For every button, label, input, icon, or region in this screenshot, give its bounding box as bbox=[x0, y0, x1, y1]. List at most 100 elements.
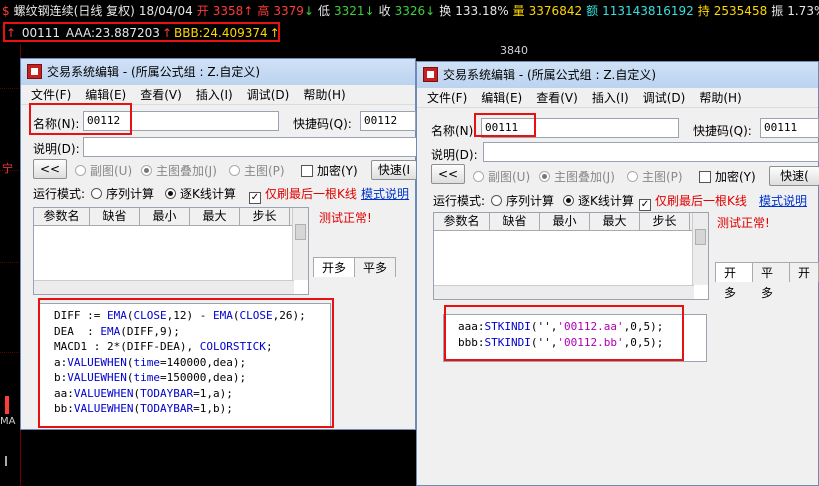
col-param-name: 参数名 bbox=[34, 208, 90, 225]
param-scrollbar[interactable] bbox=[692, 213, 708, 285]
menu-help[interactable]: 帮助(H) bbox=[303, 88, 345, 102]
refresh-last-bar-checkbox[interactable]: ✓ 仅刷最后一根K线 bbox=[639, 192, 747, 211]
code-line: b:VALUEWHEN(time=150000,dea); bbox=[54, 371, 247, 384]
menu-debug[interactable]: 调试(D) bbox=[643, 91, 686, 105]
hold-value: 2535458 bbox=[713, 4, 768, 18]
col-param-name: 参数名 bbox=[434, 213, 490, 230]
radio-main-chart[interactable]: 主图(P) bbox=[627, 168, 683, 185]
turnover-value: 133.18% bbox=[455, 4, 509, 18]
formula-code-editor[interactable]: DIFF := EMA(CLOSE,12) - EMA(CLOSE,26); DE… bbox=[39, 303, 331, 427]
refresh-last-bar-checkbox[interactable]: ✓ 仅刷最后一根K线 bbox=[249, 185, 357, 204]
col-min: 最小 bbox=[540, 213, 590, 230]
open-value: 3358 bbox=[212, 4, 244, 18]
quote-ticker: $ 螺纹钢连续(日线 复权) 18/04/04 开 3358↑ 高 3379↓ 低 3321↓ 收… bbox=[0, 0, 819, 22]
radio-subchart[interactable]: 副图(U) bbox=[473, 168, 530, 185]
param-table-header: 参数名 缺省 最小 最大 步长 bbox=[34, 208, 308, 226]
signal-tabs: 开多 平多 bbox=[313, 257, 397, 277]
param-table[interactable]: 参数名 缺省 最小 最大 步长 bbox=[433, 212, 709, 300]
menu-edit[interactable]: 编辑(E) bbox=[85, 88, 126, 102]
col-step: 步长 bbox=[240, 208, 290, 225]
app-icon bbox=[27, 64, 42, 79]
back-button[interactable]: << bbox=[33, 159, 67, 179]
radio-run-per-bar[interactable]: 逐K线计算 bbox=[165, 185, 236, 202]
desc-label: 说明(D): bbox=[33, 142, 80, 156]
tab-open-short[interactable]: 开 bbox=[788, 262, 819, 282]
code-line: DIFF := EMA(CLOSE,12) - EMA(CLOSE,26); bbox=[54, 309, 306, 322]
fast-button[interactable]: 快速( bbox=[769, 166, 819, 186]
candle bbox=[5, 396, 9, 414]
shortcut-input[interactable]: 00111 bbox=[760, 118, 819, 138]
shortcut-label: 快捷码(Q): bbox=[693, 124, 752, 138]
tab-open-long[interactable]: 开多 bbox=[313, 257, 356, 277]
formula-editor-window-left: 交易系统编辑 - (所属公式组 : Z.自定义) 文件(F) 编辑(E) 查看(V)… bbox=[20, 58, 417, 430]
radio-subchart[interactable]: 副图(U) bbox=[75, 162, 132, 179]
code-line: MACD1 : 2*(DIFF-DEA), COLORSTICK; bbox=[54, 340, 273, 353]
col-min: 最小 bbox=[140, 208, 190, 225]
menu-edit[interactable]: 编辑(E) bbox=[481, 91, 522, 105]
radio-main-overlay[interactable]: 主图叠加(J) bbox=[539, 168, 615, 185]
menu-view[interactable]: 查看(V) bbox=[536, 91, 578, 105]
radio-main-chart[interactable]: 主图(P) bbox=[229, 162, 285, 179]
code-line: aa:VALUEWHEN(TODAYBAR=1,a); bbox=[54, 386, 233, 400]
down-arrow-icon: ↓ bbox=[364, 4, 375, 18]
name-input[interactable]: 00111 bbox=[481, 118, 679, 138]
name-label: 名称(N): bbox=[431, 124, 478, 138]
indicator-aaa: AAA:23.887203 bbox=[65, 26, 160, 40]
menu-file[interactable]: 文件(F) bbox=[31, 88, 71, 102]
tab-open-long[interactable]: 开多 bbox=[715, 262, 753, 300]
code-line: a:VALUEWHEN(time=140000,dea); bbox=[54, 355, 247, 369]
desc-label: 说明(D): bbox=[431, 148, 478, 162]
menu-insert[interactable]: 插入(I) bbox=[196, 88, 233, 102]
shortcut-input[interactable]: 00112 bbox=[360, 111, 416, 131]
menu-view[interactable]: 查看(V) bbox=[140, 88, 182, 102]
back-button[interactable]: << bbox=[431, 164, 465, 184]
col-step: 步长 bbox=[640, 213, 690, 230]
tab-close-long[interactable]: 平多 bbox=[751, 262, 790, 300]
param-hscrollbar[interactable] bbox=[34, 280, 294, 294]
desc-input[interactable] bbox=[483, 142, 819, 162]
candle bbox=[5, 456, 7, 466]
app-icon bbox=[423, 67, 438, 82]
menu-bar: 文件(F) 编辑(E) 查看(V) 插入(I) 调试(D) 帮助(H) bbox=[21, 85, 415, 105]
mode-help-link[interactable]: 模式说明 bbox=[361, 185, 409, 202]
menu-debug[interactable]: 调试(D) bbox=[247, 88, 290, 102]
menu-file[interactable]: 文件(F) bbox=[427, 91, 467, 105]
col-default: 缺省 bbox=[90, 208, 140, 225]
encrypt-checkbox[interactable]: 加密(Y) bbox=[301, 162, 358, 179]
code-line: bb:VALUEWHEN(TODAYBAR=1,b); bbox=[54, 402, 233, 415]
volume-value: 3376842 bbox=[528, 4, 583, 18]
param-hscrollbar[interactable] bbox=[434, 285, 694, 299]
title-bar[interactable]: 交易系统编辑 - (所属公式组 : Z.自定义) bbox=[21, 59, 415, 85]
radio-run-sequence[interactable]: 序列计算 bbox=[491, 192, 554, 209]
param-table[interactable]: 参数名 缺省 最小 最大 步长 bbox=[33, 207, 309, 295]
radio-run-per-bar[interactable]: 逐K线计算 bbox=[563, 192, 634, 209]
up-arrow-icon: ↑ bbox=[161, 26, 172, 40]
indicator-row: ↑ 00111 AAA:23.887203 ↑ BBB:24.409374 ↑ bbox=[0, 22, 819, 44]
menu-help[interactable]: 帮助(H) bbox=[699, 91, 741, 105]
code-line: DEA : EMA(DIFF,9); bbox=[54, 324, 180, 338]
name-label: 名称(N): bbox=[33, 117, 80, 131]
encrypt-checkbox[interactable]: 加密(Y) bbox=[699, 168, 756, 185]
name-input[interactable]: 00112 bbox=[83, 111, 279, 131]
price-tick-label: 3840 bbox=[500, 44, 528, 57]
menu-insert[interactable]: 插入(I) bbox=[592, 91, 629, 105]
radio-run-sequence[interactable]: 序列计算 bbox=[91, 185, 154, 202]
down-arrow-icon: ↓ bbox=[425, 4, 436, 18]
formula-editor-window-right: 交易系统编辑 - (所属公式组 : Z.自定义) 文件(F) 编辑(E) 查看(V)… bbox=[416, 61, 819, 486]
fast-button[interactable]: 快速(I bbox=[371, 160, 417, 180]
formula-code-editor[interactable]: aaa:STKINDI('','00112.aa',0,5); bbb:STKIN… bbox=[443, 314, 707, 362]
col-max: 最大 bbox=[590, 213, 640, 230]
title-bar[interactable]: 交易系统编辑 - (所属公式组 : Z.自定义) bbox=[417, 62, 818, 88]
run-mode-label: 运行模式: bbox=[433, 194, 486, 208]
low-value: 3321 bbox=[334, 4, 365, 18]
window-title: 交易系统编辑 - (所属公式组 : Z.自定义) bbox=[47, 65, 261, 79]
param-scrollbar[interactable] bbox=[292, 208, 308, 280]
menu-bar: 文件(F) 编辑(E) 查看(V) 插入(I) 调试(D) 帮助(H) bbox=[417, 88, 818, 108]
tab-close-long[interactable]: 平多 bbox=[354, 257, 397, 277]
chart-marker: 宁 bbox=[2, 162, 13, 175]
desc-input[interactable] bbox=[83, 137, 417, 157]
radio-main-overlay[interactable]: 主图叠加(J) bbox=[141, 162, 217, 179]
mode-help-link[interactable]: 模式说明 bbox=[759, 192, 807, 209]
code-line: aaa:STKINDI('','00112.aa',0,5); bbox=[458, 320, 664, 333]
run-mode-label: 运行模式: bbox=[33, 187, 86, 201]
